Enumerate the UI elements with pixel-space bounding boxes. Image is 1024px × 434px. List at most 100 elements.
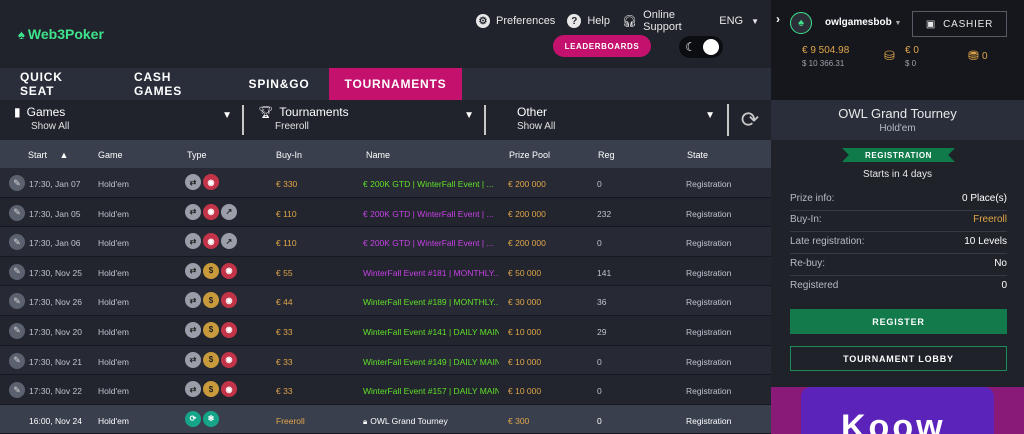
- row-name: WinterFall Event #141 | DAILY MAIN: [363, 326, 499, 337]
- language-select[interactable]: ENG ▼: [719, 15, 759, 27]
- pin-icon[interactable]: ✎: [9, 263, 25, 280]
- row-prize: € 10 000: [508, 356, 542, 367]
- coins-icon: ⛁: [884, 48, 895, 63]
- col-game[interactable]: Game: [98, 150, 123, 160]
- repeat-icon: ⇄: [185, 233, 201, 250]
- col-buyin[interactable]: Buy-In: [276, 150, 302, 160]
- help-label: Help: [587, 15, 610, 27]
- table-header: Start ▲ Game Type Buy-In Name Prize Pool…: [0, 140, 771, 168]
- row-buyin: € 33: [276, 386, 293, 397]
- cashier-button[interactable]: ▣ CASHIER: [912, 11, 1007, 37]
- row-buyin: € 33: [276, 356, 293, 367]
- table-row[interactable]: ✎ 17:30, Jan 07 Hold'em ⇄ ◉ € 330 € 200K …: [0, 168, 771, 198]
- tournament-lobby-button[interactable]: TOURNAMENT LOBBY: [790, 346, 1007, 371]
- pin-icon[interactable]: ✎: [9, 293, 25, 310]
- col-reg[interactable]: Reg: [598, 150, 615, 160]
- table-row[interactable]: ✎ 17:30, Nov 26 Hold'em ⇄ $ ◉ € 44 WinterF…: [0, 286, 771, 316]
- table-row[interactable]: ✎ 17:30, Nov 25 Hold'em ⇄ $ ◉ € 55 WinterF…: [0, 256, 771, 287]
- game-tabs: QUICK SEAT CASH GAMES SPIN&GO TOURNAMENT…: [0, 68, 771, 100]
- row-state: Registration: [686, 238, 732, 249]
- headset-icon: 🎧︎: [621, 14, 638, 28]
- repeat-icon: ⇄: [185, 321, 201, 338]
- col-name[interactable]: Name: [366, 150, 390, 160]
- lock-icon: 🔒︎: [363, 416, 368, 426]
- refresh-icon[interactable]: ⟳: [727, 104, 771, 136]
- pin-icon[interactable]: ✎: [9, 382, 25, 399]
- token-balance: 0: [982, 51, 988, 62]
- register-button[interactable]: REGISTER: [790, 309, 1007, 334]
- theme-toggle[interactable]: ☾: [679, 36, 723, 58]
- top-bar: ♠ Web3Poker ⚙ Preferences ? Help 🎧︎ Onli…: [0, 0, 771, 68]
- pin-icon[interactable]: ✎: [9, 352, 25, 369]
- row-name: € 200K GTD | WinterFall Event | ...: [363, 179, 494, 189]
- table-row[interactable]: ✎ 17:30, Nov 20 Hold'em ⇄ $ ◉ € 33 WinterF…: [0, 315, 771, 346]
- tab-spin-go[interactable]: SPIN&GO: [229, 68, 329, 100]
- coin-icon: $: [203, 321, 219, 338]
- tab-tournaments[interactable]: TOURNAMENTS: [329, 68, 462, 100]
- table-row[interactable]: ✎ 17:30, Nov 22 Hold'em ⇄ $ ◉ € 33 WinterF…: [0, 375, 771, 405]
- tab-quick-seat[interactable]: QUICK SEAT: [0, 68, 114, 100]
- mask-icon: ◉: [221, 321, 237, 338]
- row-reg: 0: [597, 238, 602, 249]
- tournament-title: OWL Grand Tourney: [838, 106, 957, 121]
- logo[interactable]: ♠ Web3Poker: [18, 26, 104, 42]
- row-state: Registration: [686, 326, 732, 337]
- leaderboards-button[interactable]: LEADERBOARDS: [553, 35, 651, 57]
- tournament-game: Hold'em: [879, 123, 916, 134]
- repeat-icon: ⇄: [185, 351, 201, 368]
- help-link[interactable]: ? Help: [567, 14, 610, 28]
- promo-banner[interactable]: Koow: [771, 387, 1024, 434]
- row-game: Hold'em: [98, 179, 129, 189]
- sort-up-icon: ▲: [59, 150, 69, 160]
- late-reg-row: Late registration: 10 Levels: [790, 236, 1007, 254]
- games-filter[interactable]: ▮ Games Show All ▼: [0, 105, 242, 135]
- col-state[interactable]: State: [687, 150, 708, 160]
- tournament-list: ✎ 17:30, Jan 07 Hold'em ⇄ ◉ € 330 € 200K …: [0, 168, 771, 434]
- col-start[interactable]: Start ▲: [28, 150, 68, 160]
- row-prize: € 10 000: [508, 326, 542, 337]
- col-start-label: Start: [28, 150, 48, 160]
- row-prize: € 200 000: [508, 208, 546, 219]
- row-buyin: Freeroll: [276, 415, 305, 426]
- col-type[interactable]: Type: [187, 150, 207, 160]
- coin-icon: $: [203, 381, 219, 398]
- row-game: Hold'em: [98, 297, 129, 308]
- chevron-right-icon[interactable]: ›: [771, 0, 785, 38]
- pin-icon[interactable]: ✎: [9, 322, 25, 339]
- table-row-selected[interactable]: 16:00, Nov 24 Hold'em ⟳ ❄ Freeroll 🔒︎ OWL …: [0, 404, 771, 434]
- cycle-icon: ⟳: [185, 410, 201, 427]
- bonus-value: € 0: [905, 45, 919, 56]
- account-bar: › ♠ owlgamesbob ▼ ▣ CASHIER € 9 504.98 $ 1…: [771, 0, 1024, 100]
- preferences-link[interactable]: ⚙ Preferences: [476, 14, 555, 28]
- row-buyin: € 110: [276, 238, 297, 249]
- table-row[interactable]: ✎ 17:30, Jan 06 Hold'em ⇄ ◉ ↗ € 110 € 200K…: [0, 227, 771, 257]
- avatar[interactable]: ♠: [790, 12, 812, 34]
- row-buyin: € 55: [276, 267, 293, 278]
- row-reg: 0: [597, 386, 602, 397]
- arrow-up-right-icon: ↗: [221, 233, 237, 250]
- games-filter-title: Games: [26, 105, 66, 119]
- other-filter-value: Show All: [517, 121, 556, 132]
- tab-cash-games[interactable]: CASH GAMES: [114, 68, 229, 100]
- row-buyin: € 33: [276, 326, 293, 337]
- pin-icon[interactable]: ✎: [9, 175, 25, 191]
- prize-info-value: 0 Place(s): [961, 193, 1007, 204]
- username[interactable]: owlgamesbob ▼: [825, 17, 901, 28]
- row-reg: 141: [597, 267, 612, 278]
- table-row[interactable]: ✎ 17:30, Jan 05 Hold'em ⇄ ◉ ↗ € 110 € 200K…: [0, 197, 771, 228]
- row-game: Hold'em: [98, 208, 129, 219]
- chevron-down-icon: ▼: [751, 16, 759, 26]
- tournaments-filter[interactable]: 🏆︎ Tournaments Freeroll ▼: [242, 105, 484, 135]
- pin-icon[interactable]: ✎: [9, 204, 25, 221]
- logo-text: Web3Poker: [27, 26, 104, 42]
- row-prize: € 30 000: [508, 297, 542, 308]
- online-support-link[interactable]: 🎧︎ Online Support: [622, 9, 707, 33]
- col-prize[interactable]: Prize Pool: [509, 150, 550, 160]
- table-row[interactable]: ✎ 17:30, Nov 21 Hold'em ⇄ $ ◉ € 33 WinterF…: [0, 345, 771, 376]
- buyin-label: Buy-In:: [790, 214, 822, 225]
- balance: € 9 504.98 $ 10 366.31: [802, 45, 849, 68]
- pin-icon[interactable]: ✎: [9, 234, 25, 251]
- online-support-label: Online Support: [643, 9, 682, 33]
- row-prize: € 50 000: [508, 267, 542, 278]
- other-filter[interactable]: Other Show All ▼: [484, 105, 725, 135]
